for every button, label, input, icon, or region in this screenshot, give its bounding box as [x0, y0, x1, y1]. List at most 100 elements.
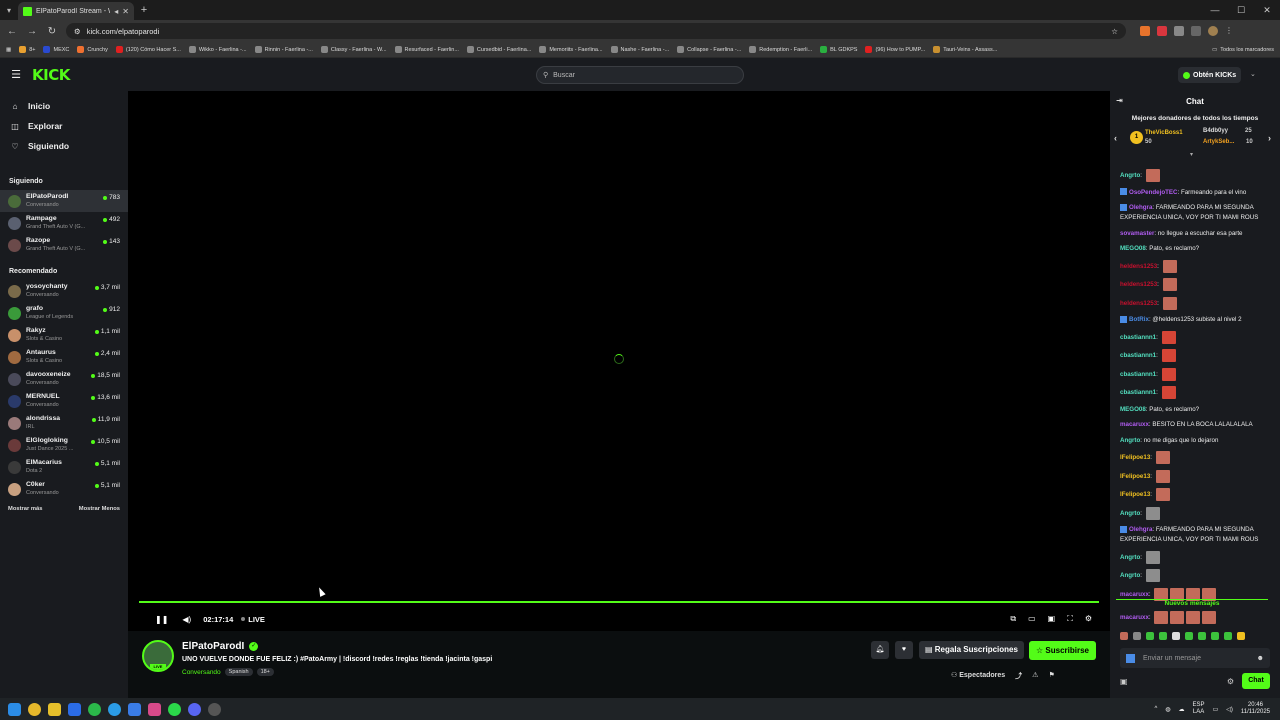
browser-menu-icon[interactable]: ⋮ — [1225, 26, 1235, 36]
onedrive-icon[interactable]: ☁ — [1179, 706, 1185, 713]
kick-logo[interactable]: KICK — [32, 66, 70, 84]
bookmark-item[interactable]: Memoriits - Faerlina... — [539, 46, 603, 53]
gift-subs-button[interactable]: ▤ Regala Suscripciones — [919, 641, 1024, 659]
chat-username[interactable]: heldens1253 — [1120, 281, 1157, 288]
more-options-icon[interactable]: ⚑ — [1048, 671, 1054, 681]
edge-icon[interactable] — [108, 702, 121, 716]
browser-tab[interactable]: ElPatoParodI Stream - Wat ◂ ✕ — [18, 2, 134, 20]
chat-settings-icon[interactable]: ⚙ — [1227, 677, 1234, 686]
reload-icon[interactable]: ↻ — [46, 26, 58, 37]
progress-bar[interactable] — [139, 601, 1099, 603]
close-tab-icon[interactable]: ✕ — [122, 7, 129, 16]
extension-icon[interactable] — [1140, 26, 1150, 36]
streamer-name[interactable]: ElPatoParodI — [182, 641, 244, 652]
live-indicator[interactable]: LIVE — [241, 615, 265, 624]
emote-icon[interactable] — [1120, 632, 1128, 640]
discord-icon[interactable] — [188, 702, 201, 716]
back-icon[interactable]: ← — [6, 26, 18, 37]
spotify-icon[interactable] — [168, 702, 181, 716]
show-less-button[interactable]: Mostrar Menos — [79, 506, 120, 512]
nav-explore[interactable]: ◫ Explorar — [0, 116, 128, 136]
maximize-icon[interactable]: ☐ — [1228, 5, 1254, 16]
chat-username[interactable]: sovamaster — [1120, 230, 1154, 237]
new-tab-button[interactable]: + — [134, 4, 154, 16]
chat-username[interactable]: MEGO08 — [1120, 245, 1146, 252]
sidebar-channel[interactable]: alondrissa IRL 11,9 mil — [0, 412, 128, 434]
bookmark-item[interactable]: Collapse - Faerlina -... — [677, 46, 741, 53]
chat-username[interactable]: Angrto — [1120, 437, 1140, 444]
profile-avatar[interactable] — [1208, 26, 1218, 36]
whatsapp-icon[interactable] — [88, 702, 101, 716]
fullscreen-icon[interactable]: ⛶ — [1067, 614, 1073, 624]
bookmark-item[interactable]: Classy - Faerlina - W... — [320, 46, 387, 53]
url-input[interactable]: ⚙ kick.com/elpatoparodi ☆ — [66, 23, 1126, 39]
video-player[interactable]: ❚❚ ◀) 02:17:14 LIVE ⧉ ▭ ▣ ⛶ ⚙ — [128, 91, 1110, 631]
bookmark-item[interactable]: Wikko - Faerlina -... — [188, 46, 247, 53]
bookmark-star-icon[interactable]: ☆ — [1111, 27, 1118, 36]
downloads-icon[interactable] — [1191, 26, 1201, 36]
tray-chevron-icon[interactable]: ^ — [1154, 706, 1157, 712]
chat-username[interactable]: BotRix — [1129, 316, 1149, 323]
language-indicator[interactable]: ESP LAA — [1193, 702, 1205, 716]
chat-username[interactable]: heldens1253 — [1120, 263, 1157, 270]
tab-search-icon[interactable]: ▾ — [0, 0, 18, 20]
collapse-chat-icon[interactable]: ⇥ — [1116, 96, 1123, 105]
clock[interactable]: 20:46 11/11/2025 — [1241, 702, 1270, 716]
tray-app-icon[interactable]: ◍ — [1165, 706, 1170, 713]
sidebar-channel[interactable]: ElPatoParodI Conversando 783 — [0, 190, 128, 212]
emote-icon[interactable] — [1198, 632, 1206, 640]
bookmark-item[interactable]: MEXC — [43, 46, 69, 53]
emoji-picker-icon[interactable]: ☻ — [1257, 655, 1264, 662]
chat-username[interactable]: macaruxx — [1120, 614, 1149, 621]
chat-input[interactable]: Enviar un mensaje ☻ — [1120, 648, 1270, 668]
emote-icon[interactable] — [1159, 632, 1167, 640]
chat-username[interactable]: Olehgra — [1129, 526, 1152, 533]
sidebar-channel[interactable]: Antaurus Slots & Casino 2,4 mil — [0, 346, 128, 368]
chat-username[interactable]: OsoPendejoTEC — [1129, 189, 1177, 196]
chat-username[interactable]: cbastiannn1 — [1120, 389, 1156, 396]
bookmark-item[interactable]: Redemption - Faerli... — [749, 46, 812, 53]
sidebar-channel[interactable]: ElMacarius Dota 2 5,1 mil — [0, 456, 128, 478]
bookmark-item[interactable]: Resurfaced - Faerlin... — [394, 46, 459, 53]
pause-icon[interactable]: ❚❚ — [155, 615, 168, 624]
send-chat-button[interactable]: Chat — [1242, 673, 1270, 689]
donor-name[interactable]: B4db0yy — [1203, 128, 1228, 134]
steam-icon[interactable] — [208, 702, 221, 716]
search-input[interactable]: ⚲ Buscar — [536, 66, 744, 84]
subscribe-button[interactable]: ☆ Suscribirse — [1029, 641, 1096, 660]
share-icon[interactable]: ⤴ — [1015, 671, 1022, 681]
tag-language[interactable]: Spanish — [224, 668, 253, 676]
emote-icon[interactable] — [1133, 632, 1141, 640]
chat-username[interactable]: Olehgra — [1129, 204, 1152, 211]
emote-icon[interactable] — [1146, 632, 1154, 640]
sidebar-channel[interactable]: MERNUEL Conversando 13,6 mil — [0, 390, 128, 412]
site-info-icon[interactable]: ⚙ — [74, 27, 81, 36]
sidebar-channel[interactable]: grafo League of Legends 912 — [0, 302, 128, 324]
bookmark-item[interactable]: (120) Cómo Hacer S... — [115, 46, 181, 53]
app-icon[interactable] — [148, 702, 161, 716]
store-icon[interactable] — [128, 702, 141, 716]
sidebar-channel[interactable]: davooxeneize Conversando 18,5 mil — [0, 368, 128, 390]
chat-username[interactable]: macaruxx — [1120, 591, 1149, 598]
bookmark-item[interactable]: Nashe - Faerlina -... — [610, 46, 669, 53]
bookmark-item[interactable]: Crunchy — [77, 46, 108, 53]
bookmark-item[interactable]: Tauri-Veins - Assass... — [933, 46, 997, 53]
sidebar-channel[interactable]: Razope Grand Theft Auto V (G... 143 — [0, 234, 128, 256]
chat-username[interactable]: cbastiannn1 — [1120, 334, 1156, 341]
emote-icon[interactable] — [1172, 632, 1180, 640]
apps-grid-icon[interactable]: ▦ — [6, 47, 11, 53]
emote-icon[interactable] — [1237, 632, 1245, 640]
chat-username[interactable]: lFelipoe13 — [1120, 473, 1150, 480]
bookmark-item[interactable]: Rinnin - Faerlina -... — [254, 46, 313, 53]
chat-username[interactable]: cbastiannn1 — [1120, 352, 1156, 359]
expand-chevron-icon[interactable]: ▾ — [1190, 151, 1193, 158]
donors-prev-icon[interactable]: ‹ — [1114, 133, 1117, 143]
minimize-icon[interactable]: — — [1202, 5, 1228, 16]
chat-username[interactable]: cbastiannn1 — [1120, 371, 1156, 378]
volume-icon[interactable]: ◀) — [182, 615, 191, 624]
speaker-icon[interactable]: ◂ — [114, 7, 118, 16]
volume-tray-icon[interactable]: ◁) — [1226, 706, 1233, 713]
extensions-puzzle-icon[interactable] — [1174, 26, 1184, 36]
sidebar-channel[interactable]: Rakyz Slots & Casino 1,1 mil — [0, 324, 128, 346]
tag-mature[interactable]: 18+ — [256, 668, 274, 676]
